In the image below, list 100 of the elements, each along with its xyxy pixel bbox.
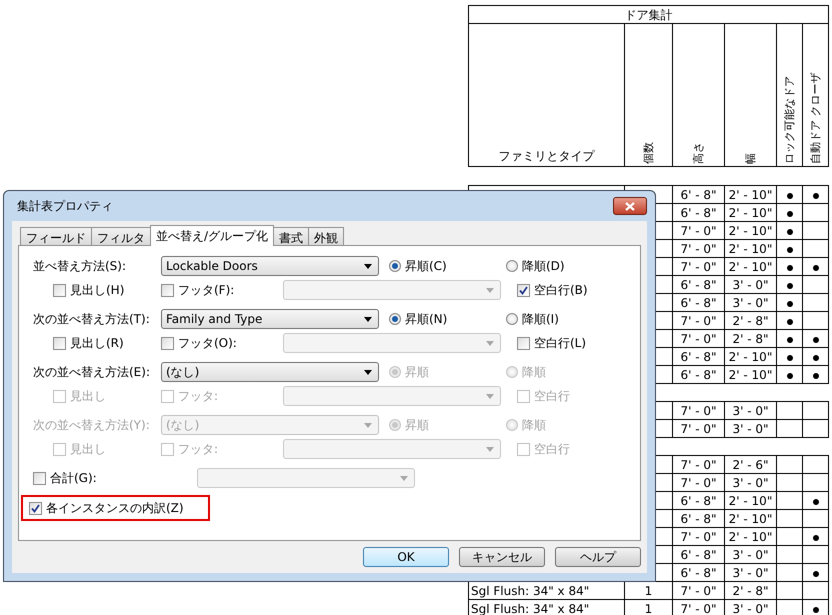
table-cell: Sgl Flush: 34" x 84"	[468, 600, 624, 615]
dot-icon	[812, 337, 818, 344]
dot-icon	[786, 337, 792, 344]
table-cell: 7' - 0"	[672, 474, 724, 492]
field-label: 次の並べ替え方法(E):	[33, 364, 151, 381]
table-cell: 2' - 8"	[724, 330, 776, 348]
table-cell: 3' - 0"	[724, 402, 776, 420]
tab[interactable]: 並べ替え/グループ化	[150, 225, 274, 246]
column-header: ロック可能なドア	[782, 76, 796, 164]
footer-dropdown[interactable]	[283, 280, 501, 300]
dot-icon	[786, 319, 792, 326]
table-cell: 7' - 0"	[672, 258, 724, 276]
table-cell: 3' - 0"	[724, 474, 776, 492]
itemize-checkbox[interactable]: 各インスタンスの内訳(Z)	[29, 499, 184, 517]
table-cell: 2' - 10"	[724, 492, 776, 510]
dot-icon	[786, 301, 792, 308]
dot-icon	[812, 355, 818, 362]
table-cell: 2' - 10"	[724, 258, 776, 276]
radio-button[interactable]: 降順(I)	[506, 310, 559, 328]
heading-checkbox[interactable]: 見出し(R)	[53, 334, 161, 352]
tab[interactable]: 書式	[273, 227, 310, 245]
table-cell: 6' - 8"	[672, 186, 724, 204]
table-cell: 6' - 8"	[672, 294, 724, 312]
radio-button[interactable]: 降順(D)	[506, 257, 565, 275]
footer-dropdown[interactable]	[283, 386, 501, 406]
table-cell: 6' - 8"	[672, 546, 724, 564]
dialog-button[interactable]: OK	[363, 547, 449, 567]
column-header: ファミリとタイプ	[468, 24, 624, 166]
table-cell: 2' - 10"	[724, 348, 776, 366]
dot-icon	[812, 265, 818, 272]
sort-field-dropdown[interactable]: Family and Type	[161, 309, 379, 329]
blank-line-checkbox[interactable]: 空白行(B)	[517, 281, 588, 299]
footer-dropdown[interactable]	[283, 333, 501, 353]
field-label: 次の並べ替え方法(T):	[33, 311, 151, 328]
table-cell: 3' - 0"	[724, 420, 776, 438]
dot-icon	[812, 571, 818, 578]
footer-checkbox[interactable]: フッタ(F):	[161, 281, 283, 299]
dialog-title: 集計表プロパティ	[17, 198, 113, 215]
table-cell: 7' - 0"	[672, 528, 724, 546]
table-cell: 7' - 0"	[672, 240, 724, 258]
field-label: 次の並べ替え方法(Y):	[33, 417, 151, 434]
table-cell: 3' - 0"	[724, 564, 776, 582]
table-cell: 7' - 0"	[672, 402, 724, 420]
dot-icon	[812, 193, 818, 200]
caret-icon	[486, 288, 494, 292]
footer-checkbox[interactable]: フッタ(O):	[161, 334, 283, 352]
table-cell: 6' - 8"	[672, 510, 724, 528]
table-cell: 2' - 10"	[724, 222, 776, 240]
tab[interactable]: フィルタ	[91, 227, 151, 245]
table-cell: 3' - 0"	[724, 546, 776, 564]
tab[interactable]: 外観	[308, 227, 344, 245]
dot-icon	[812, 373, 818, 380]
blank-line-checkbox[interactable]: 空白行(L)	[517, 334, 586, 352]
radio-button[interactable]: 昇順(N)	[389, 310, 506, 328]
caret-icon	[486, 446, 494, 452]
check-icon	[519, 286, 528, 294]
sort-field-dropdown[interactable]: (なし)	[161, 362, 379, 382]
column-header: 高さ	[692, 142, 706, 164]
table-cell: 2' - 10"	[724, 204, 776, 222]
column-header: 個数	[642, 142, 656, 164]
caret-icon	[364, 370, 372, 374]
dialog-button[interactable]: ヘルプ	[555, 547, 641, 567]
footer-dropdown[interactable]	[283, 439, 501, 459]
dot-icon	[786, 193, 792, 200]
table-cell: 6' - 8"	[672, 492, 724, 510]
table-cell: 7' - 0"	[672, 582, 724, 600]
table-cell: 3' - 0"	[724, 276, 776, 294]
grand-total-checkbox[interactable]: 合計(G):	[33, 469, 197, 487]
table-cell: 2' - 8"	[724, 312, 776, 330]
grand-total-dropdown[interactable]	[197, 468, 415, 488]
table-cell: 2' - 10"	[724, 186, 776, 204]
field-label: 並べ替え方法(S):	[33, 258, 128, 275]
dot-icon	[812, 607, 818, 614]
caret-icon	[364, 422, 372, 428]
dot-icon	[786, 211, 792, 218]
radio-button[interactable]: 昇順(C)	[389, 257, 506, 275]
tab[interactable]: フィールド	[20, 227, 92, 245]
table-cell: 2' - 10"	[724, 510, 776, 528]
table-cell: 3' - 0"	[724, 294, 776, 312]
caret-icon	[486, 394, 494, 398]
table-cell: 7' - 0"	[672, 330, 724, 348]
table-cell: 7' - 0"	[672, 222, 724, 240]
check-icon	[31, 504, 40, 512]
sort-field-dropdown[interactable]: Lockable Doors	[161, 256, 379, 276]
table-cell: 6' - 8"	[672, 348, 724, 366]
dot-icon	[812, 499, 818, 506]
close-icon	[625, 202, 635, 210]
heading-checkbox[interactable]: 見出し(H)	[53, 281, 161, 299]
close-button[interactable]	[613, 197, 647, 215]
table-cell: 6' - 8"	[672, 366, 724, 384]
table-cell: 2' - 10"	[724, 528, 776, 546]
table-cell: 6' - 8"	[672, 276, 724, 294]
table-cell: 2' - 8"	[724, 582, 776, 600]
table-cell: 2' - 6"	[724, 456, 776, 474]
table-cell: 6' - 8"	[672, 204, 724, 222]
dot-icon	[786, 355, 792, 362]
table-cell: 7' - 0"	[672, 456, 724, 474]
dot-icon	[786, 247, 792, 254]
dot-icon	[812, 535, 818, 542]
dialog-button[interactable]: キャンセル	[459, 547, 545, 567]
